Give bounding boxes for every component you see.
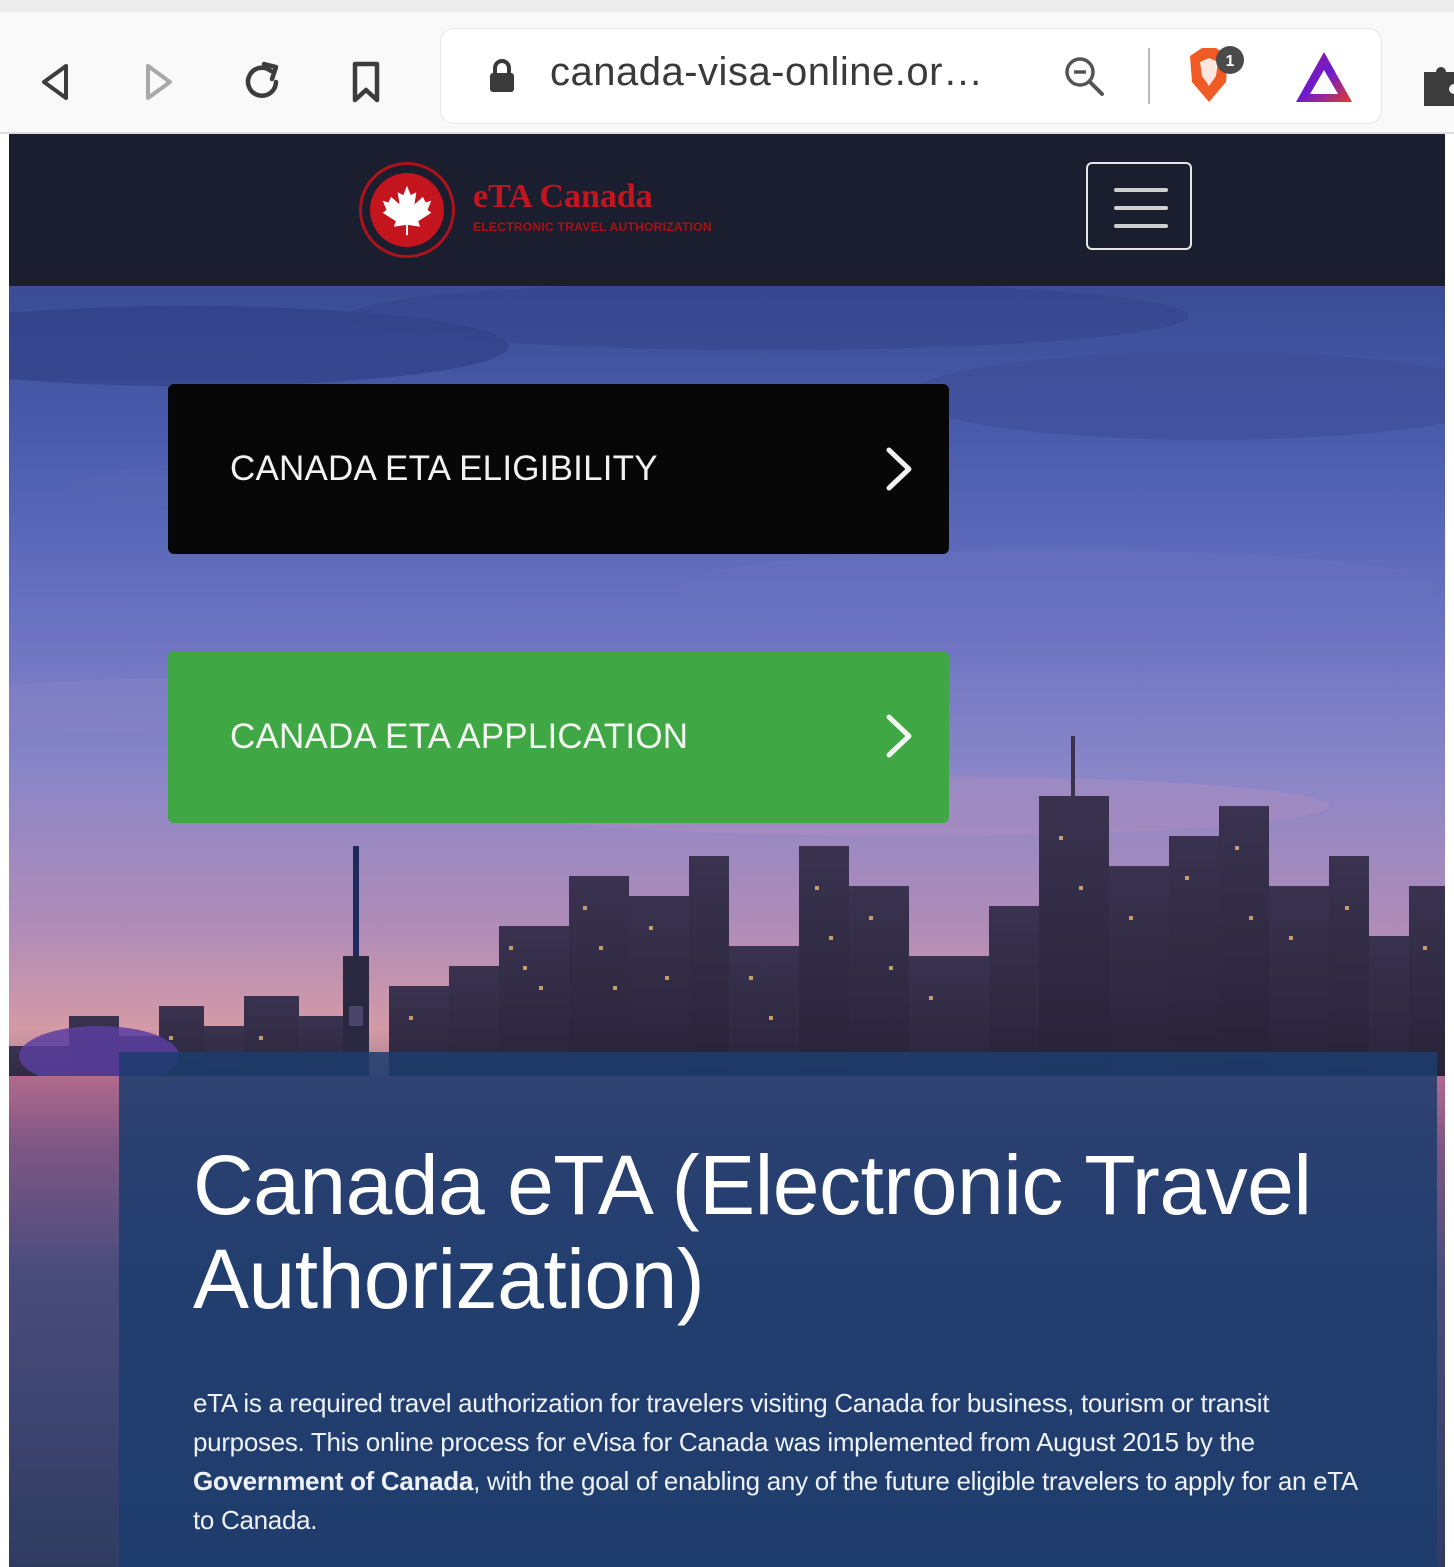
lock-icon: [490, 59, 514, 92]
site-header: eTA Canada ELECTRONIC TRAVEL AUTHORIZATI…: [9, 134, 1445, 286]
logo-subtitle: ELECTRONIC TRAVEL AUTHORIZATION: [473, 220, 712, 234]
info-panel: Canada eTA (Electronic Travel Authorizat…: [119, 1052, 1437, 1567]
bookmark-icon: [352, 61, 380, 103]
browser-toolbar: canada-visa-online.or… 1: [0, 12, 1454, 134]
maple-leaf-icon: [382, 185, 432, 236]
address-bar[interactable]: canada-visa-online.or… 1: [440, 28, 1382, 124]
page-title: Canada eTA (Electronic Travel Authorizat…: [193, 1138, 1312, 1326]
reload-button[interactable]: [232, 52, 292, 112]
site-logo[interactable]: eTA Canada ELECTRONIC TRAVEL AUTHORIZATI…: [359, 162, 779, 262]
bookmark-button[interactable]: [336, 52, 396, 112]
chevron-right-icon: [886, 714, 912, 758]
logo-emblem: [359, 162, 455, 258]
reload-icon: [245, 61, 279, 98]
forward-button[interactable]: [128, 52, 188, 112]
brave-shield-icon[interactable]: 1: [1180, 42, 1250, 112]
chevron-right-icon: [886, 447, 912, 491]
brave-rewards-icon[interactable]: [1292, 46, 1356, 110]
back-button[interactable]: [26, 52, 86, 112]
url-text: canada-visa-online.or…: [550, 50, 984, 94]
browser-tabstrip-edge: [0, 0, 1454, 12]
back-icon: [42, 64, 68, 100]
url-separator: [1148, 48, 1150, 104]
hamburger-menu-button[interactable]: [1086, 162, 1192, 250]
eligibility-button[interactable]: CANADA ETA ELIGIBILITY: [168, 384, 949, 554]
hamburger-bar: [1114, 224, 1168, 228]
hero-section: CANADA ETA ELIGIBILITY CANADA ETA APPLIC…: [9, 286, 1445, 1567]
intro-paragraph: eTA is a required travel authorization f…: [193, 1384, 1373, 1540]
application-button[interactable]: CANADA ETA APPLICATION: [168, 651, 949, 823]
government-of-canada-text: Government of Canada: [193, 1466, 474, 1496]
hamburger-bar: [1114, 206, 1168, 210]
shield-badge: 1: [1226, 53, 1235, 70]
extensions-icon[interactable]: [1418, 62, 1454, 110]
zoom-icon[interactable]: [1060, 52, 1108, 100]
hamburger-menu-icon: [1114, 188, 1168, 192]
intro-text-part1: eTA is a required travel authorization f…: [193, 1388, 1270, 1457]
application-label: CANADA ETA APPLICATION: [230, 717, 689, 756]
forward-icon: [146, 64, 172, 100]
logo-title: eTA Canada: [473, 178, 653, 215]
eligibility-label: CANADA ETA ELIGIBILITY: [230, 449, 658, 488]
